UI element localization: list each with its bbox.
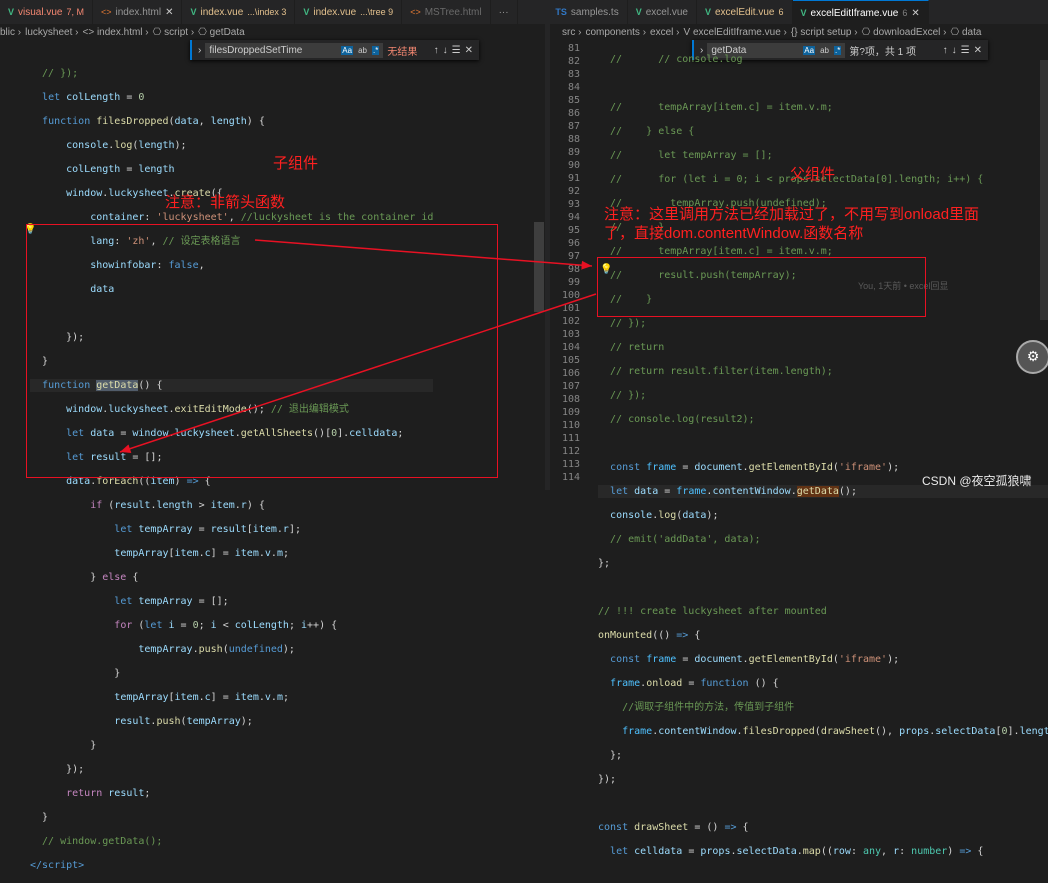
line-number bbox=[0, 511, 22, 524]
child-component-label: 子组件 bbox=[273, 155, 319, 172]
arrow-getdata-to-call bbox=[254, 239, 593, 270]
line-number bbox=[0, 498, 22, 511]
parent-component-label: 父组件 bbox=[790, 166, 836, 183]
non-arrow-function-note: 注意：非箭头函数 bbox=[165, 194, 286, 211]
csdn-watermark: CSDN @夜空孤狼啸 bbox=[922, 474, 1032, 488]
onload-note-line2: 了，直接dom.contentWindow.函数名称 bbox=[604, 225, 864, 242]
assistant-floating-icon[interactable]: ⚙ bbox=[1016, 340, 1048, 374]
annotation-arrows bbox=[119, 239, 597, 453]
onload-note-line1: 注意：这里调用方法已经加载过了，不用写到onload里面 bbox=[604, 206, 980, 223]
arrow-call-to-return bbox=[119, 293, 597, 453]
